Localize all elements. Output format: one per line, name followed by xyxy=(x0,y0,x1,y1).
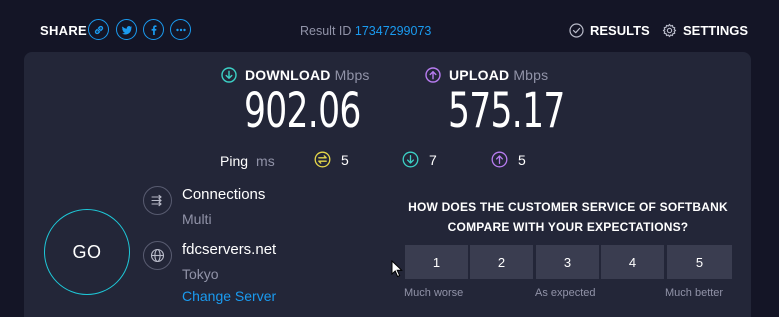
upload-latency-icon xyxy=(491,151,508,168)
change-server-link[interactable]: Change Server xyxy=(182,288,276,304)
download-label: DOWNLOAD xyxy=(245,67,331,83)
ping-download-value: 7 xyxy=(429,151,437,168)
result-id-label: Result ID xyxy=(300,24,352,38)
download-arrow-icon xyxy=(221,67,237,83)
ping-unit: ms xyxy=(256,153,275,169)
more-icon[interactable] xyxy=(170,19,191,40)
upload-unit: Mbps xyxy=(513,67,549,83)
check-circle-icon xyxy=(569,23,584,38)
upload-header: UPLOAD Mbps xyxy=(425,67,548,83)
ping-idle-value: 5 xyxy=(341,151,349,168)
ping-upload-value: 5 xyxy=(518,151,526,168)
rating-option-4[interactable]: 4 xyxy=(601,245,664,279)
go-label: GO xyxy=(72,241,102,262)
rating-option-5[interactable]: 5 xyxy=(667,245,732,279)
survey-question: HOW DOES THE CUSTOMER SERVICE OF SOFTBAN… xyxy=(400,197,736,237)
download-value: 902.06 xyxy=(244,83,361,139)
link-icon[interactable] xyxy=(88,19,109,40)
top-bar: SHARE Result ID 17347299073 RESULTS SETT… xyxy=(0,0,779,60)
scale-high-label: Much better xyxy=(665,287,724,299)
settings-label: SETTINGS xyxy=(683,23,749,38)
ping-row: Ping ms xyxy=(220,151,275,171)
idle-latency-icon xyxy=(314,151,331,168)
upload-label: UPLOAD xyxy=(449,67,510,83)
server-name: fdcservers.net xyxy=(182,241,277,258)
download-unit: Mbps xyxy=(334,67,370,83)
globe-icon xyxy=(143,241,172,270)
facebook-icon[interactable] xyxy=(143,19,164,40)
connections-icon xyxy=(143,186,172,215)
results-button[interactable]: RESULTS xyxy=(569,23,650,38)
gear-icon xyxy=(662,23,677,38)
upload-value: 575.17 xyxy=(448,83,565,139)
ping-download: 7 xyxy=(402,151,437,168)
scale-low-label: Much worse xyxy=(404,287,464,299)
settings-button[interactable]: SETTINGS xyxy=(662,23,748,38)
connections-title: Connections xyxy=(182,186,266,203)
share-label: SHARE xyxy=(40,23,88,38)
twitter-icon[interactable] xyxy=(116,19,137,40)
download-latency-icon xyxy=(402,151,419,168)
results-label: RESULTS xyxy=(590,23,650,38)
rating-option-3[interactable]: 3 xyxy=(536,245,599,279)
server-location: Tokyo xyxy=(182,266,219,282)
ping-label: Ping xyxy=(220,153,249,169)
survey-question-line1: HOW DOES THE CUSTOMER SERVICE OF SOFTBAN… xyxy=(408,200,728,214)
result-id-link[interactable]: 17347299073 xyxy=(355,24,431,38)
rating-option-2[interactable]: 2 xyxy=(470,245,533,279)
upload-arrow-icon xyxy=(425,67,441,83)
ping-upload: 5 xyxy=(491,151,526,168)
scale-mid-label: As expected xyxy=(535,287,596,299)
go-button[interactable]: GO xyxy=(44,209,130,295)
download-header: DOWNLOAD Mbps xyxy=(221,67,370,83)
rating-option-1[interactable]: 1 xyxy=(405,245,468,279)
result-id: Result ID 17347299073 xyxy=(300,24,431,38)
mouse-cursor-icon xyxy=(391,260,403,278)
connections-mode: Multi xyxy=(182,211,212,227)
ping-idle: 5 xyxy=(314,151,349,168)
survey-question-line2: COMPARE WITH YOUR EXPECTATIONS? xyxy=(447,220,689,234)
